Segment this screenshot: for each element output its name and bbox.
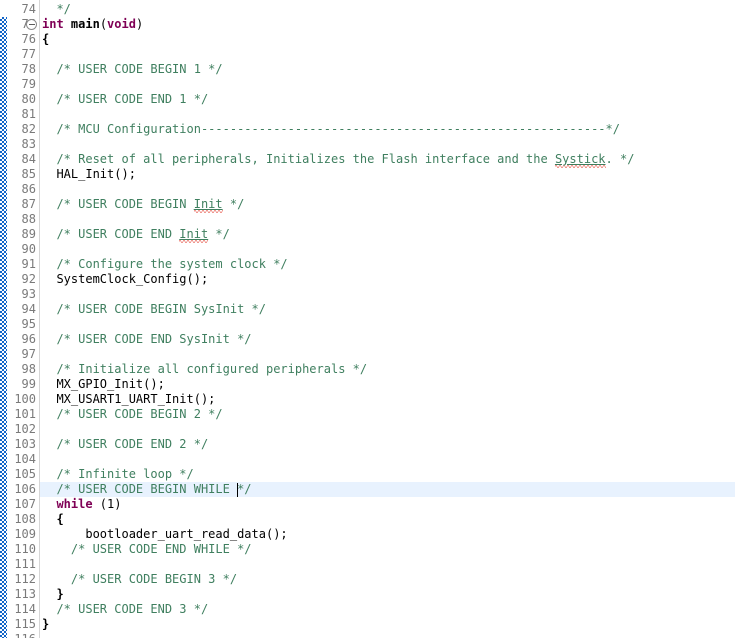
misspelled-word: Init <box>193 197 223 211</box>
code-token: MX_GPIO_Init(); <box>42 377 165 391</box>
code-token: /* USER CODE END 3 */ <box>42 602 209 616</box>
code-token: while <box>56 497 93 511</box>
code-token: { <box>42 32 50 46</box>
code-line[interactable] <box>40 212 735 227</box>
code-line[interactable]: /* USER CODE END Init */ <box>40 227 735 242</box>
code-token: /* Initialize all configured peripherals… <box>42 362 368 376</box>
code-token: /* USER CODE END SysInit */ <box>42 332 252 346</box>
code-line[interactable]: /* USER CODE BEGIN 1 */ <box>40 62 735 77</box>
code-line[interactable] <box>40 557 735 572</box>
code-token: /* Configure the system clock */ <box>42 257 288 271</box>
code-token: /* USER CODE END 1 */ <box>42 92 209 106</box>
code-line[interactable] <box>40 107 735 122</box>
code-token: /* MCU Configuration--------------------… <box>42 122 620 136</box>
code-token: */ <box>208 227 230 241</box>
misspelled-word: Init <box>179 227 209 241</box>
code-line[interactable]: /* USER CODE BEGIN SysInit */ <box>40 302 735 317</box>
code-token: /* USER CODE BEGIN <box>42 197 194 211</box>
code-token: */ <box>222 197 245 211</box>
code-token: { <box>42 512 64 526</box>
code-token: bootloader_uart_read_data(); <box>42 527 288 541</box>
code-line[interactable] <box>40 347 735 362</box>
code-line[interactable]: /* MCU Configuration--------------------… <box>40 122 735 137</box>
code-token: ( <box>99 17 108 31</box>
code-line[interactable]: */ <box>40 2 735 17</box>
code-editor[interactable]: 7475767778798081828384858687888990919293… <box>0 0 735 638</box>
code-text-area[interactable]: */int main(void){ /* USER CODE BEGIN 1 *… <box>40 0 735 638</box>
code-line[interactable] <box>40 632 735 638</box>
code-line[interactable] <box>40 422 735 437</box>
code-line[interactable]: SystemClock_Config(); <box>40 272 735 287</box>
code-line[interactable] <box>40 137 735 152</box>
code-line[interactable]: /* USER CODE END SysInit */ <box>40 332 735 347</box>
code-token: void <box>107 17 136 31</box>
code-token: SystemClock_Config(); <box>42 272 209 286</box>
code-token: /* Infinite loop */ <box>42 467 194 481</box>
code-token: */ <box>42 2 71 16</box>
code-line[interactable]: } <box>40 587 735 602</box>
code-token: . */ <box>605 152 635 166</box>
code-line[interactable]: MX_GPIO_Init(); <box>40 377 735 392</box>
code-line[interactable] <box>40 182 735 197</box>
code-line[interactable]: MX_USART1_UART_Init(); <box>40 392 735 407</box>
fold-collapse-icon[interactable] <box>26 19 37 30</box>
code-line[interactable]: } <box>40 617 735 632</box>
code-token: /* USER CODE BEGIN 3 */ <box>42 572 238 586</box>
code-line[interactable]: /* USER CODE END WHILE */ <box>40 542 735 557</box>
code-token: /* USER CODE BEGIN WHILE */ <box>42 482 252 496</box>
code-line[interactable]: /* Infinite loop */ <box>40 467 735 482</box>
code-token: /* Reset of all peripherals, Initializes… <box>42 152 555 166</box>
code-line[interactable]: /* Reset of all peripherals, Initializes… <box>40 152 735 167</box>
code-token: /* USER CODE END 2 */ <box>42 437 209 451</box>
code-token: (1) <box>92 497 122 511</box>
code-line[interactable]: while (1) <box>40 497 735 512</box>
code-token: ) <box>135 17 144 31</box>
code-line[interactable]: /* USER CODE END 2 */ <box>40 437 735 452</box>
code-token: /* USER CODE BEGIN 2 */ <box>42 407 223 421</box>
code-line[interactable] <box>40 452 735 467</box>
code-line[interactable] <box>40 317 735 332</box>
code-line[interactable]: /* Initialize all configured peripherals… <box>40 362 735 377</box>
code-line[interactable]: /* USER CODE END 3 */ <box>40 602 735 617</box>
code-line[interactable]: int main(void) <box>40 17 735 32</box>
code-token: } <box>42 617 50 631</box>
code-line[interactable]: { <box>40 512 735 527</box>
code-line-current[interactable]: /* USER CODE BEGIN WHILE */ <box>40 482 735 497</box>
code-token: /* USER CODE BEGIN 1 */ <box>42 62 223 76</box>
code-token: int <box>42 17 71 31</box>
code-token: HAL_Init(); <box>42 167 136 181</box>
code-token: /* USER CODE END WHILE */ <box>42 542 252 556</box>
code-folding-column[interactable] <box>25 0 39 638</box>
code-token: MX_USART1_UART_Init(); <box>42 392 216 406</box>
code-line[interactable] <box>40 77 735 92</box>
code-token: /* USER CODE BEGIN SysInit */ <box>42 302 266 316</box>
code-line[interactable] <box>40 242 735 257</box>
code-line[interactable]: /* USER CODE BEGIN 3 */ <box>40 572 735 587</box>
code-line[interactable]: { <box>40 32 735 47</box>
code-token: /* USER CODE END <box>42 227 180 241</box>
code-line[interactable] <box>40 287 735 302</box>
code-line[interactable]: /* USER CODE BEGIN 2 */ <box>40 407 735 422</box>
code-line[interactable]: /* Configure the system clock */ <box>40 257 735 272</box>
code-line[interactable] <box>40 47 735 62</box>
code-line[interactable]: bootloader_uart_read_data(); <box>40 527 735 542</box>
code-token: } <box>42 587 64 601</box>
code-token: main <box>70 17 100 31</box>
text-caret <box>236 483 238 497</box>
code-line[interactable]: /* USER CODE END 1 */ <box>40 92 735 107</box>
code-line[interactable]: /* USER CODE BEGIN Init */ <box>40 197 735 212</box>
misspelled-word: Systick <box>554 152 606 166</box>
code-line[interactable]: HAL_Init(); <box>40 167 735 182</box>
